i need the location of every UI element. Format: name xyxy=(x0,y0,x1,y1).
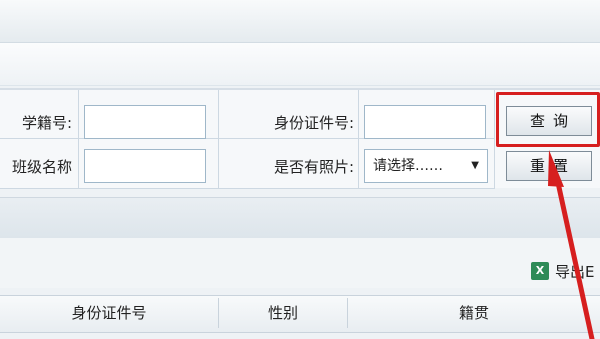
class-name-input[interactable] xyxy=(84,149,206,183)
divider xyxy=(78,90,79,188)
has-photo-label: 是否有照片: xyxy=(273,158,354,176)
column-header-gender[interactable]: 性别 xyxy=(219,295,347,331)
toolbar xyxy=(0,238,600,288)
divider xyxy=(358,90,359,188)
title-band xyxy=(0,43,600,86)
divider xyxy=(0,188,495,189)
student-id-label: 学籍号: xyxy=(21,114,72,132)
divider xyxy=(494,90,495,188)
id-card-label: 身份证件号: xyxy=(273,114,354,132)
reset-button[interactable]: 重置 xyxy=(506,151,592,181)
top-band xyxy=(0,0,600,43)
has-photo-select[interactable]: 请选择…… ▼ xyxy=(364,149,488,183)
query-button[interactable]: 查询 xyxy=(506,106,592,136)
class-name-label: 班级名称 xyxy=(11,158,72,176)
dropdown-arrow-icon: ▼ xyxy=(471,160,479,171)
excel-export-icon[interactable]: X xyxy=(531,262,549,280)
divider xyxy=(218,90,219,188)
export-link[interactable]: 导出E xyxy=(555,261,594,282)
id-card-input[interactable] xyxy=(364,105,486,139)
column-header-native-place[interactable]: 籍贯 xyxy=(348,295,600,331)
column-header-id-card[interactable]: 身份证件号 xyxy=(0,295,218,331)
student-id-input[interactable] xyxy=(84,105,206,139)
results-header-band xyxy=(0,197,600,238)
has-photo-selected-value: 请选择…… xyxy=(373,158,443,174)
